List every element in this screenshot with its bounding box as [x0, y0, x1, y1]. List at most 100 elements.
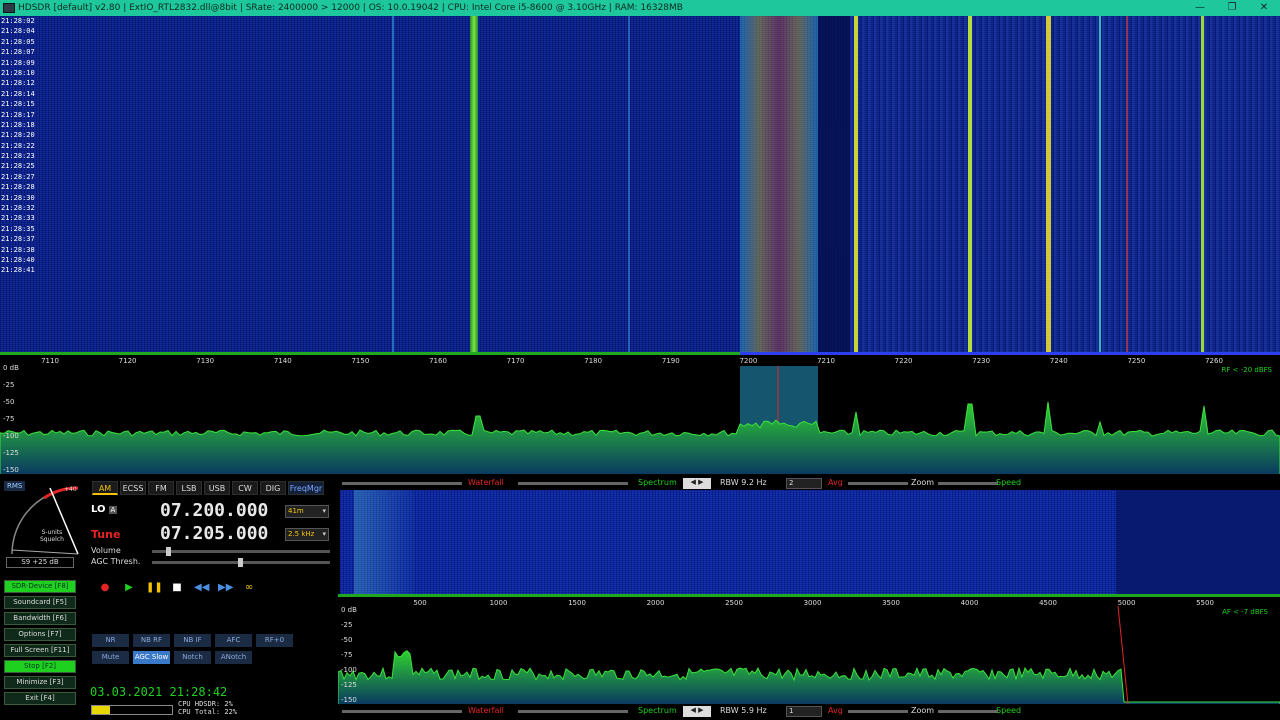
- spectrum-arrows-top[interactable]: ◀ ▶: [683, 478, 711, 489]
- spectrum-label-bottom: Spectrum: [638, 706, 677, 715]
- zoom-label-bottom: Zoom: [911, 706, 935, 715]
- mute-button[interactable]: Mute: [92, 651, 129, 664]
- waterfall-timestamps: 21:28:02 21:28:04 21:28:05 21:28:07 21:28:09…: [0, 16, 35, 352]
- volume-slider[interactable]: [152, 547, 330, 556]
- waterfall-slider-1[interactable]: [342, 482, 462, 485]
- agc-thresh-slider[interactable]: [152, 558, 330, 567]
- agc-slow-button[interactable]: AGC Slow: [133, 651, 170, 664]
- frequency-scale[interactable]: 7110 7120 7130 7140 7150 7160 7170 7180 7190 7200…: [0, 352, 1280, 365]
- zoom-slider-top[interactable]: [938, 482, 998, 485]
- mode-am-button[interactable]: AM: [92, 481, 118, 495]
- meter-mode[interactable]: RMS: [4, 481, 26, 491]
- avg-select-bottom[interactable]: 1: [786, 706, 822, 717]
- avg-label-top: Avg: [828, 478, 843, 487]
- lo-tag[interactable]: A: [108, 506, 118, 514]
- sdr-device-button[interactable]: SDR-Device [F8]: [4, 580, 76, 593]
- avg-slider-top[interactable]: [848, 482, 908, 485]
- anotch-button[interactable]: ANotch: [215, 651, 252, 664]
- nb-if-button[interactable]: NB IF: [174, 634, 211, 647]
- db-tick-label: -50: [3, 398, 15, 406]
- bandwidth-button[interactable]: Bandwidth [F6]: [4, 612, 76, 625]
- bandwidth-select[interactable]: 2.5 kHz: [285, 528, 329, 541]
- mode-dig-button[interactable]: DIG: [260, 481, 286, 495]
- mode-buttons: AM ECSS FM LSB USB CW DIG FreqMgr: [92, 481, 324, 495]
- minimize-button[interactable]: —: [1184, 0, 1216, 16]
- cpu-total: CPU Total: 22%: [178, 708, 238, 716]
- waterfall-slider-2[interactable]: [518, 482, 628, 485]
- afc-button[interactable]: AFC: [215, 634, 252, 647]
- rewind-button[interactable]: ◀◀: [194, 582, 209, 594]
- avg-select-top[interactable]: 2: [786, 478, 822, 489]
- timestamp: 21:28:14: [1, 89, 35, 98]
- af-db-tick-label: -100: [341, 666, 357, 674]
- waterfall-slider-3[interactable]: [342, 710, 462, 713]
- tune-frequency[interactable]: 07.205.000: [160, 523, 268, 544]
- af-waterfall[interactable]: [340, 490, 1116, 594]
- timestamp: 21:28:38: [1, 245, 35, 254]
- timestamp: 21:28:23: [1, 152, 35, 161]
- timestamp: 21:28:17: [1, 110, 35, 119]
- speed-label-top: Speed: [996, 478, 1022, 487]
- db-tick-label: -150: [3, 466, 19, 474]
- dsp-row-1: NR NB RF NB IF AFC RF+0: [92, 634, 293, 647]
- play-button[interactable]: ▶: [122, 582, 136, 594]
- record-button[interactable]: ●: [98, 582, 112, 594]
- mode-freqmgr-button[interactable]: FreqMgr: [288, 481, 324, 495]
- squelch-label: Squelch: [40, 536, 64, 543]
- maximize-button[interactable]: ❐: [1216, 0, 1248, 16]
- zoom-label-top: Zoom: [911, 478, 935, 487]
- waterfall-label-bottom: Waterfall: [468, 706, 504, 715]
- af-db-tick-label: -125: [341, 681, 357, 689]
- mode-cw-button[interactable]: CW: [232, 481, 258, 495]
- close-button[interactable]: ✕: [1248, 0, 1280, 16]
- soundcard-button[interactable]: Soundcard [F5]: [4, 596, 76, 609]
- timestamp: 21:28:05: [1, 37, 35, 46]
- band-select[interactable]: 41m: [285, 505, 329, 518]
- stop-button[interactable]: ■: [170, 582, 184, 594]
- spectrum-arrows-bottom[interactable]: ◀ ▶: [683, 706, 711, 717]
- rf-info: RF < -20 dBFS: [1221, 366, 1272, 374]
- mode-usb-button[interactable]: USB: [204, 481, 230, 495]
- af-frequency-scale[interactable]: 500 1000 1500 2000 2500 3000 3500 4000 4500 5000 5…: [338, 594, 1280, 607]
- main-waterfall[interactable]: 21:28:02 21:28:04 21:28:05 21:28:07 21:28:09…: [0, 16, 1280, 352]
- af-info: AF < -7 dBFS: [1222, 608, 1268, 616]
- s-units-label: S-units: [41, 529, 63, 536]
- af-spectrum-trace: [338, 606, 1280, 704]
- exit-button[interactable]: Exit [F4]: [4, 692, 76, 705]
- speed-label-bottom: Speed: [996, 706, 1022, 715]
- db-tick-label: -25: [3, 381, 15, 389]
- full-screen-button[interactable]: Full Screen [F11]: [4, 644, 76, 657]
- loop-button[interactable]: ∞: [242, 582, 256, 594]
- nb-rf-button[interactable]: NB RF: [133, 634, 170, 647]
- af-spectrum[interactable]: AF < -7 dBFS 0 dB -25 -50 -75 -100 -125 -150: [338, 606, 1280, 704]
- db-tick-label: -100: [3, 432, 19, 440]
- stop-button[interactable]: Stop [F2]: [4, 660, 76, 673]
- af-controlbar-top: Waterfall Spectrum ◀ ▶ RBW 9.2 Hz 2 Avg …: [338, 477, 1280, 491]
- timestamp: 21:28:02: [1, 17, 35, 25]
- avg-slider-bottom[interactable]: [848, 710, 908, 713]
- timestamp: 21:28:30: [1, 193, 35, 202]
- af-waterfall-empty: [1116, 490, 1280, 594]
- nr-button[interactable]: NR: [92, 634, 129, 647]
- timestamp: 21:28:15: [1, 100, 35, 109]
- pause-button[interactable]: ❚❚: [146, 582, 163, 594]
- title-bar: HDSDR [default] v2.80 | ExtIO_RTL2832.dl…: [0, 0, 1280, 16]
- zoom-slider-bottom[interactable]: [938, 710, 998, 713]
- timestamp: 21:28:18: [1, 120, 35, 129]
- db-tick-label: 0 dB: [3, 364, 19, 372]
- mode-lsb-button[interactable]: LSB: [176, 481, 202, 495]
- minimize-button[interactable]: Minimize [F3]: [4, 676, 76, 689]
- rf-0-button[interactable]: RF+0: [256, 634, 293, 647]
- mode-ecss-button[interactable]: ECSS: [120, 481, 146, 495]
- transport-controls: ● ▶ ❚❚ ■ ◀◀ ▶▶ ∞: [98, 582, 256, 594]
- lo-frequency[interactable]: 07.200.000: [160, 500, 268, 521]
- options-button[interactable]: Options [F7]: [4, 628, 76, 641]
- notch-button[interactable]: Notch: [174, 651, 211, 664]
- main-spectrum[interactable]: RF < -20 dBFS 0 dB -25 -50 -75 -100 -125 -150: [0, 364, 1280, 474]
- waterfall-slider-4[interactable]: [518, 710, 628, 713]
- db-tick-label: -125: [3, 449, 19, 457]
- timestamp: 21:28:35: [1, 224, 35, 233]
- fast-forward-button[interactable]: ▶▶: [218, 582, 233, 594]
- mode-fm-button[interactable]: FM: [148, 481, 174, 495]
- timestamp: 21:28:40: [1, 255, 35, 264]
